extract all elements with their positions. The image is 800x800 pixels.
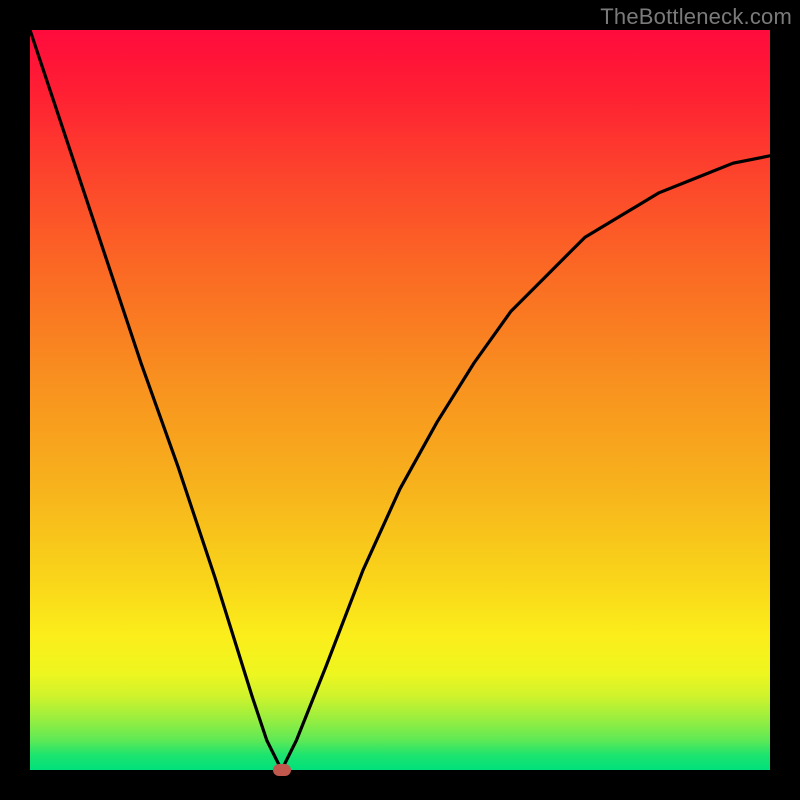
optimal-point-marker bbox=[273, 764, 291, 776]
watermark-text: TheBottleneck.com bbox=[600, 4, 792, 30]
plot-area bbox=[30, 30, 770, 770]
curve-path bbox=[30, 30, 770, 770]
bottleneck-curve bbox=[30, 30, 770, 770]
chart-frame: TheBottleneck.com bbox=[0, 0, 800, 800]
